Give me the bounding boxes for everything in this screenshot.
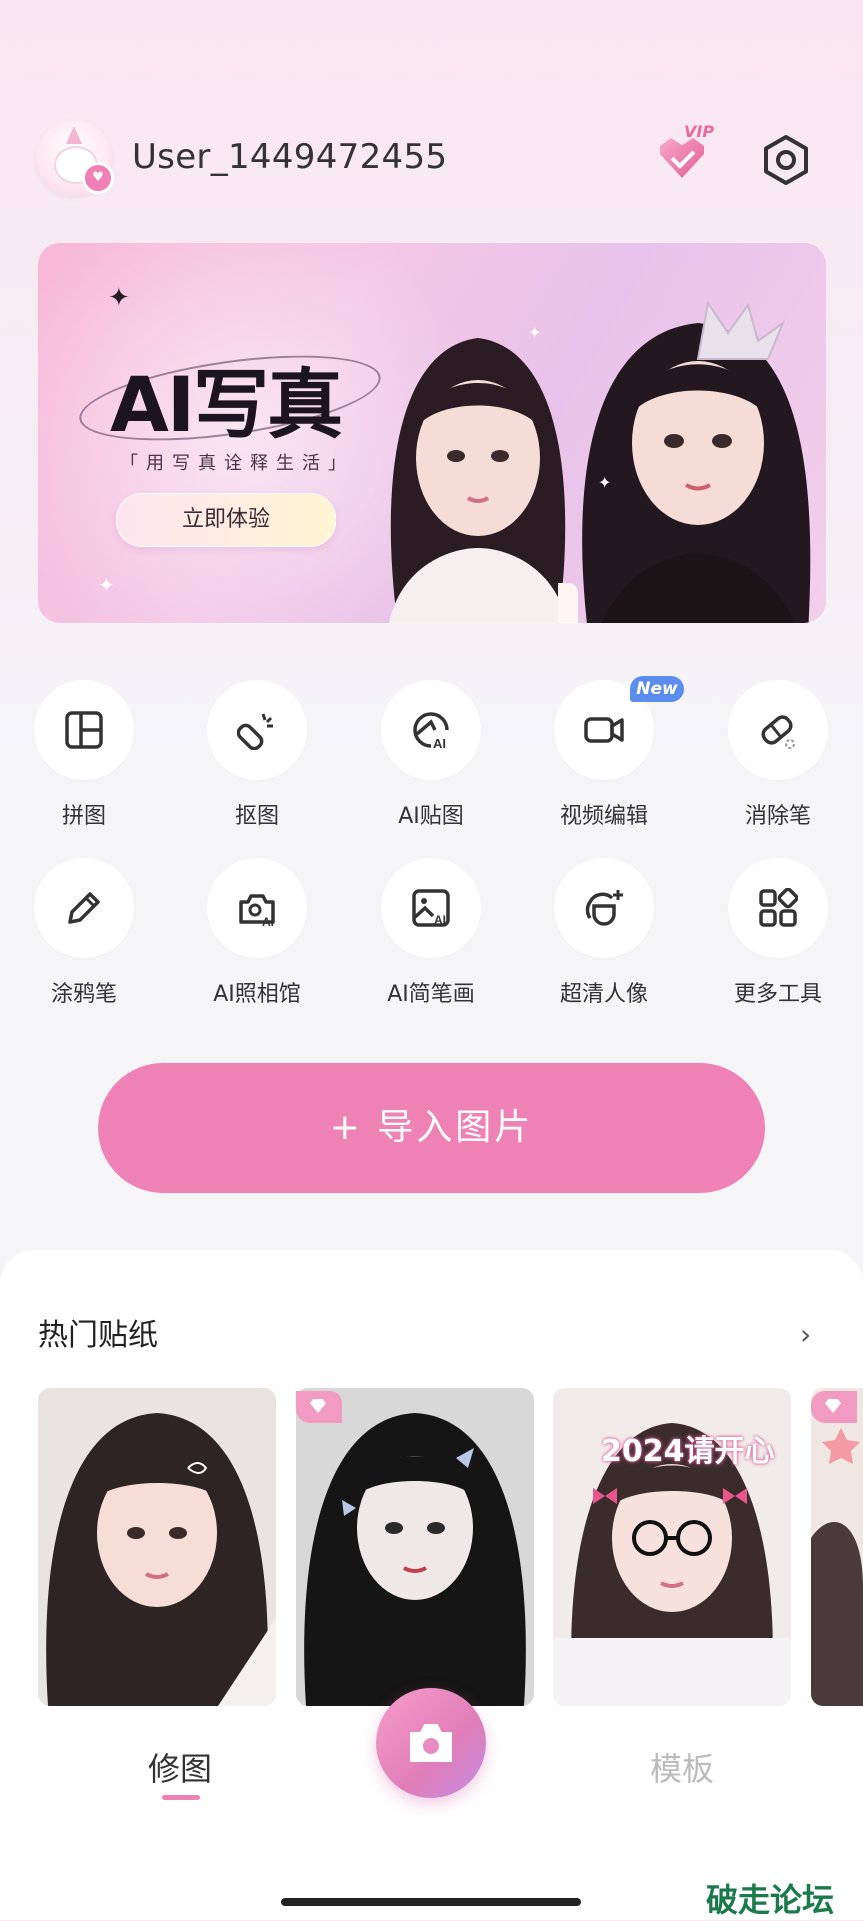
avatar-vip-badge-icon: ♥ (82, 162, 114, 194)
import-photo-button[interactable]: + 导入图片 (98, 1063, 765, 1193)
avatar[interactable]: ♥ (36, 120, 114, 196)
svg-text:AI: AI (434, 913, 446, 927)
chevron-right-icon[interactable]: › (800, 1318, 811, 1351)
pencil-icon (34, 858, 134, 958)
tool-eraser[interactable]: 消除笔 (718, 680, 838, 830)
tool-label: AI照相馆 (213, 982, 301, 1007)
new-badge: New (630, 676, 684, 702)
tool-label: AI简笔画 (387, 982, 475, 1007)
vip-badge-icon (296, 1391, 342, 1423)
tool-doodle-pen[interactable]: 涂鸦笔 (24, 858, 144, 1008)
banner-girl-right-image (558, 300, 811, 623)
svg-text:AI: AI (433, 736, 446, 750)
sticker-card-image (296, 1388, 534, 1706)
tool-ai-sticker[interactable]: AI AI贴图 (371, 680, 491, 830)
section-title-hot-stickers: 热门贴纸 (38, 1318, 158, 1353)
tool-label: 涂鸦笔 (50, 982, 117, 1007)
tool-label: 消除笔 (744, 804, 811, 829)
sticker-card[interactable]: 2024请开心 (553, 1388, 791, 1706)
camera-icon (410, 1724, 452, 1762)
home-indicator[interactable] (281, 1898, 581, 1906)
nav-tab-edit[interactable]: 修图 (148, 1744, 212, 1790)
tool-label: AI贴图 (398, 804, 464, 829)
ai-sticker-icon: AI (381, 680, 481, 780)
collage-icon (34, 680, 134, 780)
camera-button[interactable] (376, 1688, 486, 1798)
sticker-card[interactable] (38, 1388, 276, 1706)
sticker-card-image (811, 1388, 863, 1706)
sparkle-icon: ✦ (598, 473, 612, 492)
banner-subtitle: 「用写真诠释生活」 (120, 453, 354, 474)
sticker-card-image (38, 1388, 276, 1706)
sparkle-icon: ✦ (98, 573, 115, 597)
svg-text:AI: AI (262, 915, 274, 928)
sticker-caption: 2024请开心 (601, 1434, 775, 1469)
tool-label: 抠图 (234, 804, 279, 829)
banner-try-now-button[interactable]: 立即体验 (116, 493, 336, 547)
settings-gear-icon[interactable] (760, 134, 812, 186)
sticker-card[interactable] (296, 1388, 534, 1706)
tool-ai-photo-studio[interactable]: AI AI照相馆 (197, 858, 317, 1008)
hd-portrait-icon (554, 858, 654, 958)
sparkle-icon: ✦ (528, 323, 542, 342)
tool-video-edit[interactable]: 视频编辑 (544, 680, 664, 830)
sparkle-icon: ✦ (108, 283, 130, 313)
tool-label: 超清人像 (559, 982, 648, 1007)
tool-more[interactable]: 更多工具 (718, 858, 838, 1008)
tool-ai-sketch[interactable]: AI AI简笔画 (371, 858, 491, 1008)
nav-tab-template[interactable]: 模板 (650, 1744, 714, 1790)
vip-badge-icon (811, 1391, 857, 1423)
vip-button[interactable]: VIP (656, 122, 726, 184)
tool-collage[interactable]: 拼图 (24, 680, 144, 830)
more-tools-icon (728, 858, 828, 958)
tool-label: 更多工具 (733, 982, 822, 1007)
ai-portrait-banner[interactable]: AI写真 「用写真诠释生活」 立即体验 ✦ ✦ ✦ ✦ (38, 243, 826, 623)
unicorn-horn (66, 126, 82, 144)
ai-sketch-icon: AI (381, 858, 481, 958)
sticker-card[interactable] (811, 1388, 863, 1706)
ai-camera-icon: AI (207, 858, 307, 958)
vip-label: VIP (684, 122, 715, 141)
cutout-icon (207, 680, 307, 780)
nav-active-indicator (162, 1795, 200, 1800)
tool-hd-portrait[interactable]: 超清人像 (544, 858, 664, 1008)
eraser-icon (728, 680, 828, 780)
tool-label: 拼图 (61, 804, 106, 829)
tool-label: 视频编辑 (559, 804, 648, 829)
watermark: 破走论坛 (706, 1881, 835, 1919)
tool-cutout[interactable]: 抠图 (197, 680, 317, 830)
vip-heart-icon (660, 138, 704, 178)
username: User_1449472455 (132, 137, 448, 177)
banner-title: AI写真 (110, 360, 343, 449)
